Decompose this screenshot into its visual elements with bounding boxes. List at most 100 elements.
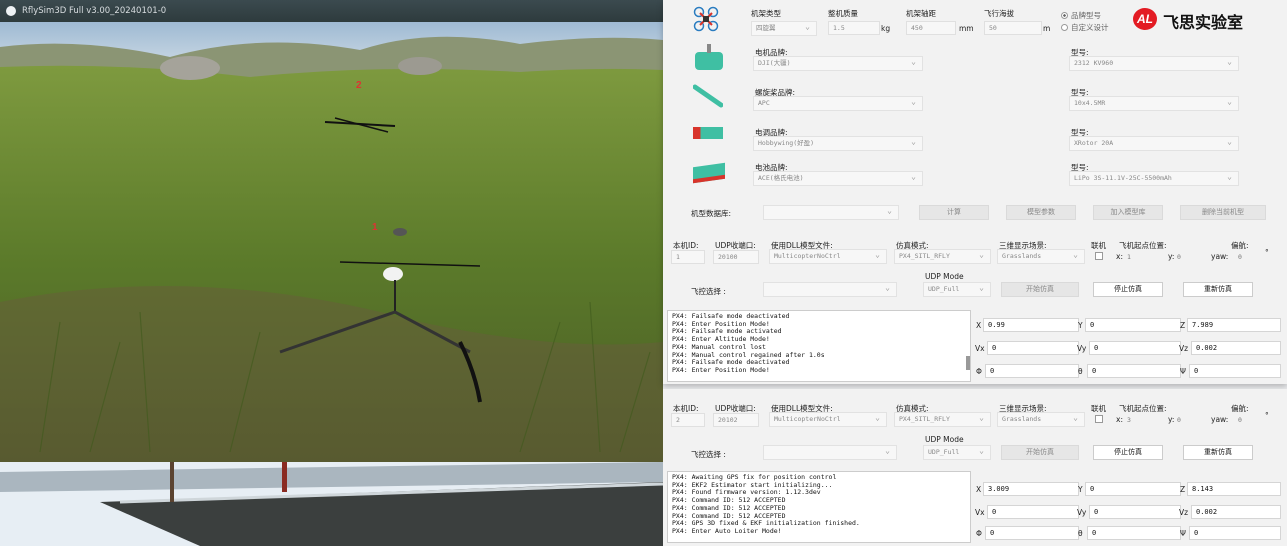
udp-port-input[interactable]: 20102 — [713, 413, 759, 427]
att-phi-input[interactable]: 0 — [985, 364, 1079, 378]
radio-brand-icon — [1061, 12, 1068, 19]
stop-sim-button[interactable]: 停止仿真 — [1093, 282, 1163, 297]
motor-model-select[interactable]: 2312 KV960 — [1069, 55, 1239, 71]
pos-x-input[interactable]: 0.99 — [983, 318, 1079, 332]
px4-log[interactable]: PX4: Awaiting GPS fix for position contr… — [667, 471, 971, 543]
prop-brand-select[interactable]: APC — [753, 95, 923, 111]
sim-panel-2[interactable]: 本机ID: 2 UDP收端口: 20102 使用DLL模型文件: Multico… — [663, 389, 1287, 546]
udp-port-input[interactable]: 20100 — [713, 250, 759, 264]
restart-sim-button[interactable]: 重新仿真 — [1183, 282, 1253, 297]
altitude-input[interactable]: 50 — [984, 21, 1042, 35]
dll-select[interactable]: MulticopterNoCtrl — [769, 248, 887, 264]
prop-model-select[interactable]: 10x4.5MR — [1069, 95, 1239, 111]
frame-type-label: 机架类型 — [751, 9, 781, 18]
start-x-value[interactable]: 1 — [1127, 253, 1131, 261]
fc-select-label: 飞控选择 : — [691, 287, 726, 296]
radio-brand-model[interactable]: 品牌型号 — [1061, 10, 1101, 21]
delete-model-button[interactable]: 删除当前机型 — [1180, 205, 1266, 220]
add-to-library-button[interactable]: 加入模型库 — [1093, 205, 1163, 220]
start-yaw-value[interactable]: 0 — [1238, 416, 1242, 424]
config-window[interactable]: 机架类型 四旋翼 整机质量 1.5 kg 机架轴距 450 mm 飞行海拔 50… — [663, 0, 1287, 384]
fc-select[interactable] — [763, 281, 897, 297]
sim-viewport[interactable]: 2 1 RflySim3D Full v3.00_20240101-0 — [0, 0, 664, 546]
battery-brand-select[interactable]: ACE(格氏电池) — [753, 170, 923, 186]
x-label: x: — [1116, 252, 1123, 261]
mass-input[interactable]: 1.5 — [828, 21, 880, 35]
id-input[interactable]: 2 — [671, 413, 705, 427]
att-psi-input[interactable]: 0 — [1189, 364, 1281, 378]
dll-select[interactable]: MulticopterNoCtrl — [769, 411, 887, 427]
att-psi-input[interactable]: 0 — [1189, 526, 1281, 540]
z-box-label: Z — [1180, 485, 1186, 494]
sim-mode-select[interactable]: PX4_SITL_RFLY — [894, 411, 991, 427]
udp-mode-select[interactable]: UDP_Full — [923, 281, 991, 297]
second-view-snow — [0, 462, 664, 546]
restart-sim-button[interactable]: 重新仿真 — [1183, 445, 1253, 460]
px4-log[interactable]: PX4: Failsafe mode deactivated PX4: Ente… — [667, 310, 971, 382]
quadcopter-frame-icon — [693, 6, 719, 32]
model-db-select[interactable] — [763, 204, 899, 220]
att-theta-input[interactable]: 0 — [1087, 364, 1181, 378]
esc-brand-select[interactable]: Hobbywing(好盈) — [753, 135, 923, 151]
vy-box-label: Vy — [1077, 508, 1087, 517]
vx-box-label: Vx — [975, 508, 985, 517]
esc-model-select[interactable]: XRotor 20A — [1069, 135, 1239, 151]
frame-type-select[interactable]: 四旋翼 — [751, 20, 817, 36]
start-yaw-value[interactable]: 0 — [1238, 253, 1242, 261]
radio-custom-design[interactable]: 自定义设计 — [1061, 22, 1109, 33]
x-label: x: — [1116, 415, 1123, 424]
yaw-header: 偏航: — [1231, 404, 1249, 413]
att-theta-input[interactable]: 0 — [1087, 526, 1181, 540]
rflysim-logo-icon — [6, 6, 16, 16]
calculate-button[interactable]: 计算 — [919, 205, 989, 220]
scene-select[interactable]: Grasslands — [997, 411, 1085, 427]
stop-sim-button[interactable]: 停止仿真 — [1093, 445, 1163, 460]
altitude-unit: m — [1043, 24, 1051, 33]
brand-logo-text: 飞思实验室 — [1163, 13, 1244, 32]
drone-marker-1: 1 — [372, 222, 378, 233]
sim-panel-1[interactable]: 本机ID: 1 UDP收端口: 20100 使用DLL模型文件: Multico… — [663, 236, 1287, 384]
sim-titlebar[interactable]: RflySim3D Full v3.00_20240101-0 — [0, 0, 663, 22]
battery-model-select[interactable]: LiPo 3S-11.1V-25C-5500mAh — [1069, 170, 1239, 186]
vel-x-input[interactable]: 0 — [987, 505, 1079, 519]
fc-select[interactable] — [763, 444, 897, 460]
phi-box-label: Φ — [976, 529, 982, 538]
wheelbase-input[interactable]: 450 — [906, 21, 956, 35]
vy-box-label: Vy — [1077, 344, 1087, 353]
vz-box-label: Vz — [1179, 508, 1189, 517]
start-x-value[interactable]: 3 — [1127, 416, 1131, 424]
start-sim-button[interactable]: 开始仿真 — [1001, 282, 1079, 297]
motor-shaft-icon — [707, 44, 711, 53]
start-sim-button[interactable]: 开始仿真 — [1001, 445, 1079, 460]
theta-box-label: θ — [1078, 529, 1083, 538]
grassland-scene[interactable]: 2 1 — [0, 22, 663, 462]
vel-z-input[interactable]: 0.002 — [1191, 341, 1281, 355]
pos-x-input[interactable]: 3.009 — [983, 482, 1079, 496]
y-label: y: — [1168, 252, 1175, 261]
start-y-value[interactable]: 0 — [1177, 253, 1181, 261]
vel-y-input[interactable]: 0 — [1089, 341, 1181, 355]
z-box-label: Z — [1180, 321, 1186, 330]
motor-brand-select[interactable]: DJI(大疆) — [753, 55, 923, 71]
wheelbase-label: 机架轴距 — [906, 9, 936, 18]
vel-y-input[interactable]: 0 — [1089, 505, 1181, 519]
model-params-button[interactable]: 模型参数 — [1006, 205, 1076, 220]
vel-z-input[interactable]: 0.002 — [1191, 505, 1281, 519]
scene-select[interactable]: Grasslands — [997, 248, 1085, 264]
start-y-value[interactable]: 0 — [1177, 416, 1181, 424]
att-phi-input[interactable]: 0 — [985, 526, 1079, 540]
pos-z-input[interactable]: 7.989 — [1187, 318, 1281, 332]
id-input[interactable]: 1 — [671, 250, 705, 264]
udp-mode-select[interactable]: UDP_Full — [923, 444, 991, 460]
radio-custom-text: 自定义设计 — [1071, 23, 1109, 32]
pos-y-input[interactable]: 0 — [1085, 482, 1181, 496]
theta-box-label: θ — [1078, 367, 1083, 376]
esc-icon — [693, 127, 723, 139]
sim-mode-select[interactable]: PX4_SITL_RFLY — [894, 248, 991, 264]
link-checkbox[interactable] — [1095, 415, 1103, 423]
vel-x-input[interactable]: 0 — [987, 341, 1079, 355]
pos-z-input[interactable]: 8.143 — [1187, 482, 1281, 496]
link-checkbox[interactable] — [1095, 252, 1103, 260]
log-scrollbar[interactable] — [966, 356, 970, 370]
pos-y-input[interactable]: 0 — [1085, 318, 1181, 332]
